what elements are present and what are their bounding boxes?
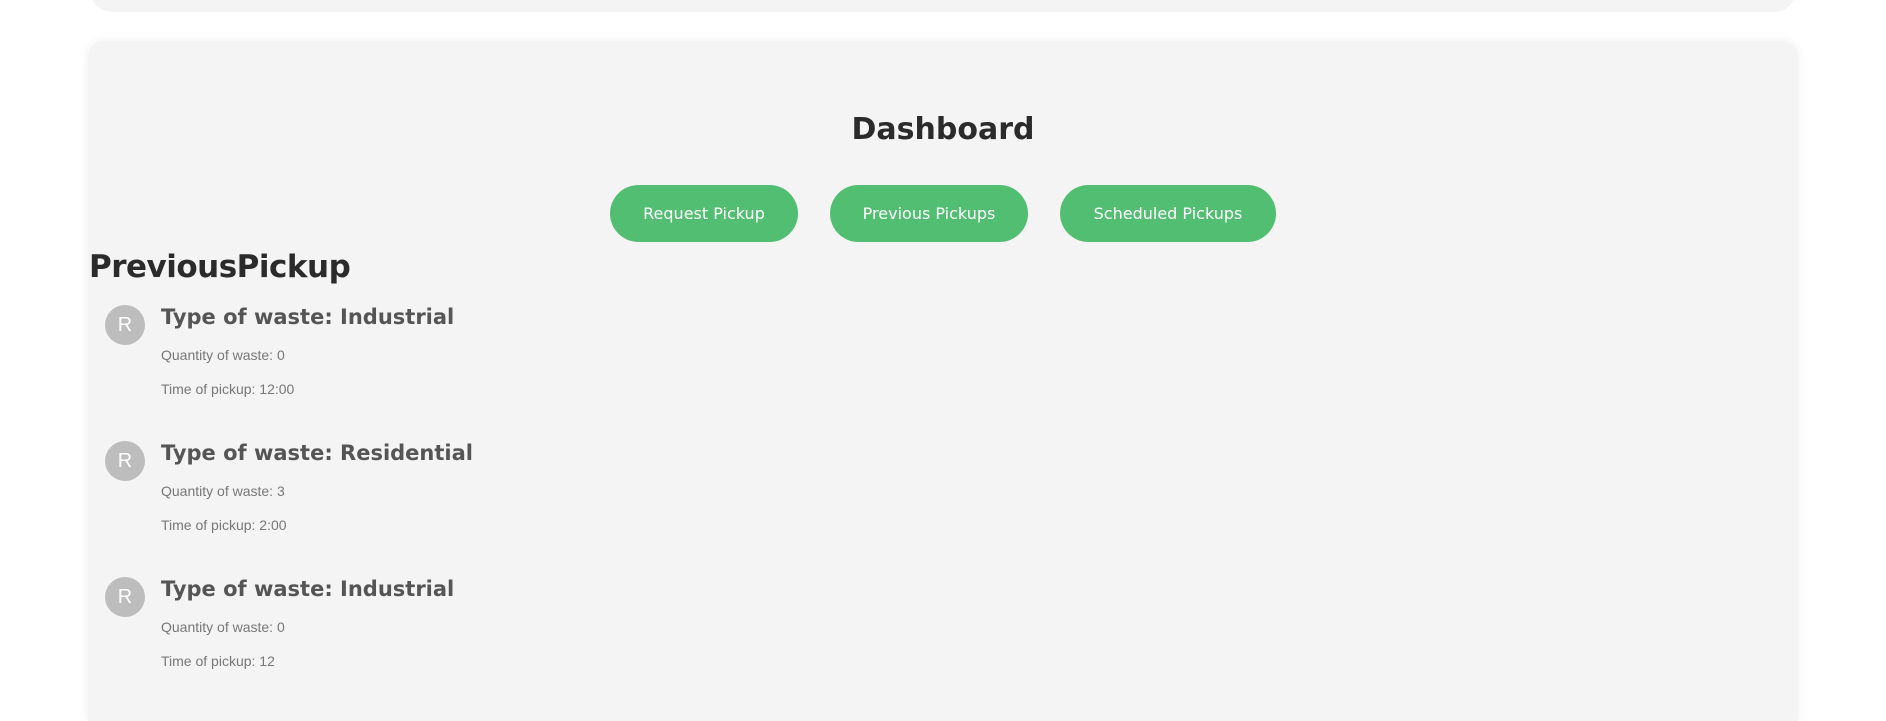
pickup-time: Time of pickup: 2:00 [161,517,287,533]
waste-quantity: Quantity of waste: 0 [161,347,285,363]
pickup-list: R Type of waste: Industrial Quantity of … [105,303,805,711]
list-item: R Type of waste: Industrial Quantity of … [105,575,805,711]
top-card [90,0,1796,12]
list-item-text: Type of waste: Industrial Quantity of wa… [161,303,455,397]
waste-quantity: Quantity of waste: 0 [161,619,285,635]
list-item: R Type of waste: Residential Quantity of… [105,439,805,575]
list-item: R Type of waste: Industrial Quantity of … [105,303,805,439]
waste-type: Type of waste: Industrial [161,577,455,601]
section-title: PreviousPickup [89,249,351,285]
waste-type: Type of waste: Residential [161,441,473,465]
avatar: R [105,441,145,481]
pickup-time: Time of pickup: 12 [161,653,275,669]
pickup-time: Time of pickup: 12:00 [161,381,295,397]
dashboard-nav: Request Pickup Previous Pickups Schedule… [0,185,1886,242]
list-item-text: Type of waste: Industrial Quantity of wa… [161,575,455,669]
avatar: R [105,577,145,617]
request-pickup-button[interactable]: Request Pickup [610,185,798,242]
list-item-text: Type of waste: Residential Quantity of w… [161,439,473,533]
dashboard-title: Dashboard [851,112,1035,147]
waste-quantity: Quantity of waste: 3 [161,483,285,499]
waste-type: Type of waste: Industrial [161,305,455,329]
scheduled-pickups-button[interactable]: Scheduled Pickups [1060,185,1276,242]
previous-pickups-button[interactable]: Previous Pickups [830,185,1028,242]
avatar: R [105,305,145,345]
